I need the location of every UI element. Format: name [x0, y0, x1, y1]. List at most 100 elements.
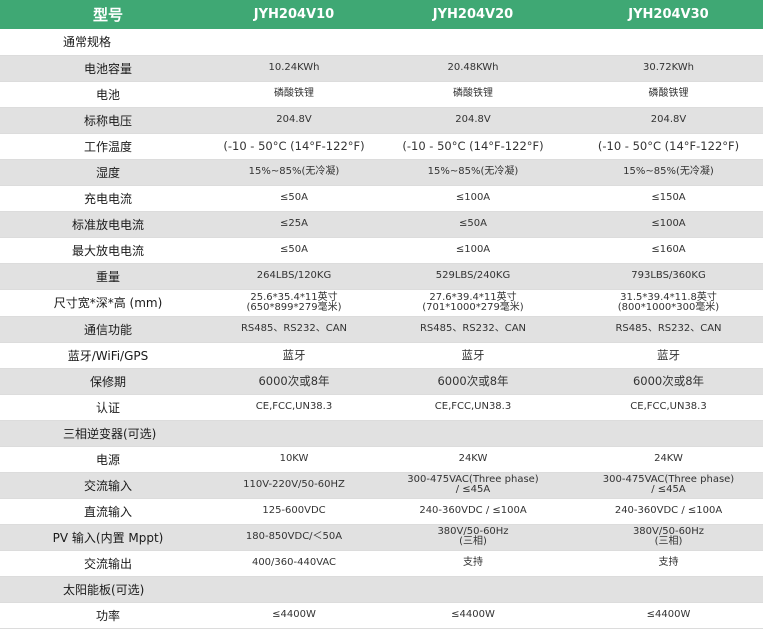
spec-label: 标称电压 — [0, 107, 216, 134]
spec-value: 25.6*35.4*11英寸 (650*899*279毫米) — [216, 289, 372, 317]
spec-value: 300-475VAC(Three phase) / ≤45A — [372, 472, 574, 499]
spec-value: ≤50A — [216, 185, 372, 212]
spec-label: 交流输出 — [0, 550, 216, 577]
model-header-label: 型号 — [0, 0, 216, 29]
spec-value: 蓝牙 — [574, 342, 763, 369]
spec-value: ≤4400W — [574, 602, 763, 629]
spec-value-line: 15%~85%(无冷凝) — [427, 166, 519, 177]
spec-value-line: ≤100A — [651, 218, 686, 229]
spec-value: ≤4400W — [372, 602, 574, 629]
spec-value: 380V/50-60Hz (三相) — [372, 524, 574, 551]
spec-value: 磷酸铁锂 — [372, 81, 574, 108]
spec-value-line: 6000次或8年 — [258, 374, 330, 388]
spec-value: RS485、RS232、CAN — [216, 316, 372, 343]
spec-value: (-10 - 50°C (14°F-122°F) — [574, 133, 763, 160]
spec-value: ≤4400W — [216, 602, 372, 629]
spec-value-line: (-10 - 50°C (14°F-122°F) — [223, 139, 365, 153]
spec-value: 27.6*39.4*11英寸 (701*1000*279毫米) — [372, 289, 574, 317]
spec-label: 工作温度 — [0, 133, 216, 160]
spec-value-line: 204.8V — [455, 114, 491, 125]
spec-row: 电池 磷酸铁锂 磷酸铁锂 磷酸铁锂 — [0, 81, 763, 108]
spec-value: 15%~85%(无冷凝) — [372, 159, 574, 186]
section-title: 三相逆变器(可选) — [0, 420, 763, 447]
spec-row: 湿度 15%~85%(无冷凝) 15%~85%(无冷凝) 15%~85%(无冷凝) — [0, 159, 763, 186]
spec-value: CE,FCC,UN38.3 — [216, 394, 372, 421]
spec-value-line: ≤100A — [455, 244, 491, 255]
spec-value: 30.72KWh — [574, 55, 763, 82]
spec-value-line: 蓝牙 — [461, 348, 485, 362]
spec-value-line: 蓝牙 — [282, 348, 306, 362]
spec-value: 793LBS/360KG — [574, 263, 763, 290]
spec-value: 400/360-440VAC — [216, 550, 372, 577]
spec-label: 尺寸宽*深*高 (mm) — [0, 289, 216, 317]
spec-value: 蓝牙 — [372, 342, 574, 369]
spec-value: 264LBS/120KG — [216, 263, 372, 290]
spec-value-line: ≤150A — [651, 192, 686, 203]
spec-row: 通信功能 RS485、RS232、CAN RS485、RS232、CAN RS485、… — [0, 316, 763, 343]
spec-row: 尺寸宽*深*高 (mm) 25.6*35.4*11英寸 (650*899*279毫米… — [0, 289, 763, 317]
spec-value: 204.8V — [216, 107, 372, 134]
spec-value-line: 240-360VDC / ≤100A — [419, 505, 527, 516]
spec-value-line: 25.6*35.4*11英寸 — [250, 291, 338, 303]
spec-value: RS485、RS232、CAN — [372, 316, 574, 343]
spec-value-line: 支持 — [658, 557, 679, 568]
spec-label: 功率 — [0, 602, 216, 629]
spec-value: ≤50A — [372, 211, 574, 238]
spec-value-line: 400/360-440VAC — [251, 557, 337, 568]
spec-row: 交流输出 400/360-440VAC 支持 支持 — [0, 550, 763, 577]
spec-value-line: CE,FCC,UN38.3 — [255, 401, 333, 412]
spec-value: 204.8V — [574, 107, 763, 134]
spec-label: 认证 — [0, 394, 216, 421]
spec-value-line: 磷酸铁锂 — [648, 88, 689, 99]
spec-value-line: 264LBS/120KG — [256, 270, 332, 281]
spec-value-line: (三相) — [654, 536, 683, 547]
spec-value: CE,FCC,UN38.3 — [574, 394, 763, 421]
spec-value-line: 磷酸铁锂 — [453, 88, 493, 99]
spec-label: 直流输入 — [0, 498, 216, 525]
spec-label: 电池 — [0, 81, 216, 108]
spec-value: 204.8V — [372, 107, 574, 134]
spec-row: 最大放电电流 ≤50A ≤100A ≤160A — [0, 237, 763, 264]
spec-value: 磷酸铁锂 — [574, 81, 763, 108]
spec-label: 重量 — [0, 263, 216, 290]
spec-label: 蓝牙/WiFi/GPS — [0, 342, 216, 369]
spec-value: 380V/50-60Hz (三相) — [574, 524, 763, 551]
spec-value: 125-600VDC — [216, 498, 372, 525]
spec-value: ≤160A — [574, 237, 763, 264]
spec-value: 6000次或8年 — [574, 368, 763, 395]
spec-value: 24KW — [574, 446, 763, 473]
spec-value-line: (-10 - 50°C (14°F-122°F) — [597, 139, 740, 153]
spec-value: 磷酸铁锂 — [216, 81, 372, 108]
spec-value: 支持 — [574, 550, 763, 577]
spec-value-line: RS485、RS232、CAN — [240, 323, 348, 334]
spec-value-line: 20.48KWh — [447, 62, 499, 73]
spec-value-line: ≤50A — [459, 218, 487, 229]
spec-value: RS485、RS232、CAN — [574, 316, 763, 343]
spec-value: 10.24KWh — [216, 55, 372, 82]
spec-value-line: (800*1000*300毫米) — [617, 301, 720, 313]
spec-value-line: (650*899*279毫米) — [246, 301, 342, 313]
spec-value-line: ≤4400W — [646, 609, 691, 620]
spec-value-line: 204.8V — [276, 114, 312, 125]
spec-value-line: 15%~85%(无冷凝) — [623, 166, 714, 177]
spec-value-line: / ≤45A — [455, 484, 491, 495]
spec-value: ≤100A — [574, 211, 763, 238]
spec-row: 蓝牙/WiFi/GPS 蓝牙 蓝牙 蓝牙 — [0, 342, 763, 369]
section-title: 通常规格 — [0, 29, 763, 56]
spec-value: (-10 - 50°C (14°F-122°F) — [372, 133, 574, 160]
spec-value-line: CE,FCC,UN38.3 — [434, 401, 512, 412]
spec-value: ≤100A — [372, 237, 574, 264]
spec-value: 240-360VDC / ≤100A — [574, 498, 763, 525]
spec-row: 功率 ≤4400W ≤4400W ≤4400W — [0, 602, 763, 629]
model-header: JYH204V20 — [372, 0, 574, 29]
spec-row: PV 输入(内置 Mppt) 180-850VDC/＜50A 380V/50-60H… — [0, 524, 763, 551]
spec-value-line: ≤50A — [280, 192, 308, 203]
spec-row: 直流输入 125-600VDC 240-360VDC / ≤100A 240-360V… — [0, 498, 763, 525]
spec-table: 型号 JYH204V10 JYH204V20 JYH204V30 通常规格 电池容… — [0, 0, 763, 629]
spec-label: 充电电流 — [0, 185, 216, 212]
spec-value-line: ≤4400W — [272, 609, 316, 620]
spec-value-line: ≤160A — [651, 244, 686, 255]
spec-value-line: 磷酸铁锂 — [274, 88, 314, 99]
spec-value: ≤25A — [216, 211, 372, 238]
spec-label: 交流输入 — [0, 472, 216, 499]
